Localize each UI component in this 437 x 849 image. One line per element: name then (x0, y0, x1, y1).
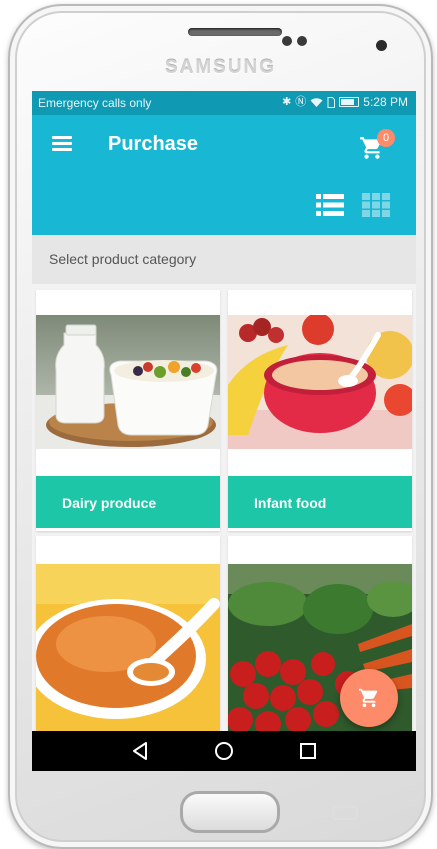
status-time: 5:28 PM (363, 95, 408, 109)
nav-recent-apps-button[interactable] (278, 731, 338, 771)
list-view-icon[interactable] (316, 193, 344, 217)
cart-fab-button[interactable] (340, 669, 398, 727)
back-soft-key[interactable] (332, 806, 358, 820)
proximity-sensor (282, 36, 292, 46)
app-screen: Emergency calls only ✱ Ⓝ 5:28 PM Purchas… (32, 91, 416, 771)
light-sensor (297, 36, 307, 46)
sim-icon (327, 96, 336, 108)
recent-soft-key[interactable] (102, 806, 128, 820)
shopping-cart-icon (358, 688, 378, 708)
recent-apps-icon (300, 743, 316, 759)
grid-view-icon[interactable] (362, 193, 390, 217)
product-card-label: Dairy produce (36, 476, 220, 528)
category-placeholder: Select product category (49, 251, 197, 267)
cart-button[interactable]: 0 (358, 129, 402, 165)
hamburger-menu-icon[interactable] (52, 136, 72, 152)
infant-food-product-image (228, 315, 412, 449)
product-card-label: Infant food (228, 476, 412, 528)
wifi-icon (310, 97, 323, 107)
navigation-bar (32, 731, 416, 771)
product-card-infant-food[interactable]: Infant food (228, 290, 412, 531)
status-bar: Emergency calls only ✱ Ⓝ 5:28 PM (32, 91, 416, 115)
dairy-product-image (36, 315, 220, 449)
status-icons: ✱ Ⓝ 5:28 PM (282, 95, 408, 109)
bluetooth-icon: ✱ (282, 96, 292, 108)
brand-logo: SAMSUNG (164, 57, 277, 78)
front-camera (376, 40, 387, 51)
product-card-dairy[interactable]: Dairy produce (36, 290, 220, 531)
cart-count-badge: 0 (377, 129, 395, 147)
category-dropdown[interactable]: Select product category (32, 235, 416, 284)
physical-home-button[interactable] (180, 791, 280, 833)
nfc-icon: Ⓝ (295, 96, 307, 108)
earpiece-speaker (188, 28, 282, 36)
battery-icon (339, 97, 360, 107)
home-icon (215, 742, 233, 760)
vegetables-product-image (228, 564, 412, 754)
page-title: Purchase (108, 133, 199, 155)
back-icon (133, 742, 147, 760)
nav-home-button[interactable] (194, 731, 254, 771)
carrier-text: Emergency calls only (38, 96, 152, 110)
nav-back-button[interactable] (110, 731, 170, 771)
app-bar: Purchase 0 (32, 115, 416, 235)
puree-product-image (36, 564, 220, 754)
